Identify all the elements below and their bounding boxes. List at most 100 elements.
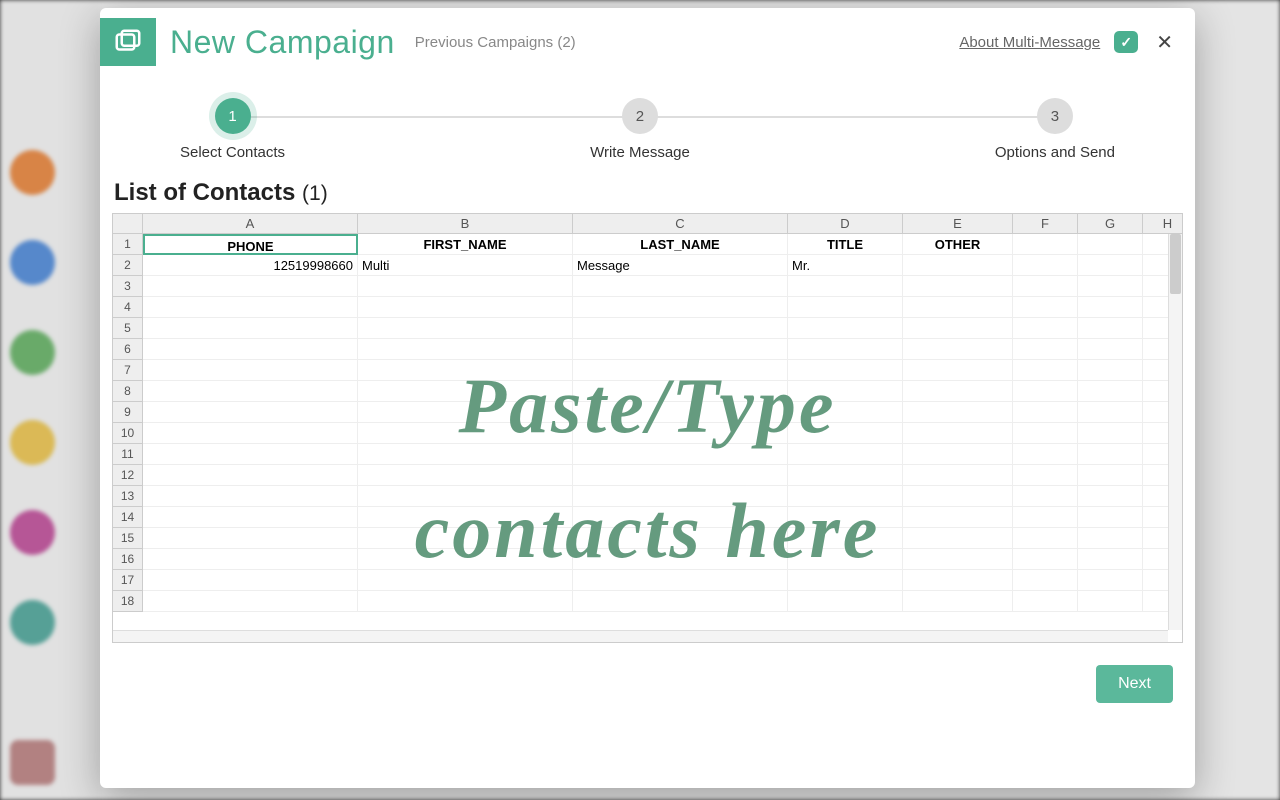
cell-F15[interactable] [1013, 528, 1078, 549]
cell-G2[interactable] [1078, 255, 1143, 276]
cell-F6[interactable] [1013, 339, 1078, 360]
cell-A2[interactable]: 12519998660 [143, 255, 358, 276]
cell-F2[interactable] [1013, 255, 1078, 276]
cell-G6[interactable] [1078, 339, 1143, 360]
row-header-3[interactable]: 3 [113, 276, 143, 297]
cell-C4[interactable] [573, 297, 788, 318]
cell-B1[interactable]: FIRST_NAME [358, 234, 573, 255]
scrollbar-horizontal[interactable] [113, 630, 1168, 642]
cell-B6[interactable] [358, 339, 573, 360]
row-header-4[interactable]: 4 [113, 297, 143, 318]
cell-B12[interactable] [358, 465, 573, 486]
cell-G8[interactable] [1078, 381, 1143, 402]
scrollbar-thumb[interactable] [1170, 234, 1181, 294]
cell-E13[interactable] [903, 486, 1013, 507]
row-header-15[interactable]: 15 [113, 528, 143, 549]
cell-C7[interactable] [573, 360, 788, 381]
cell-G3[interactable] [1078, 276, 1143, 297]
cell-D16[interactable] [788, 549, 903, 570]
cell-B16[interactable] [358, 549, 573, 570]
cell-G10[interactable] [1078, 423, 1143, 444]
cell-F3[interactable] [1013, 276, 1078, 297]
cell-G12[interactable] [1078, 465, 1143, 486]
cell-E14[interactable] [903, 507, 1013, 528]
cell-A1[interactable]: PHONE [143, 234, 358, 255]
cell-D15[interactable] [788, 528, 903, 549]
cell-E7[interactable] [903, 360, 1013, 381]
sheet-corner[interactable] [113, 214, 143, 234]
cell-E17[interactable] [903, 570, 1013, 591]
step-3[interactable]: 3 Options and Send [995, 98, 1115, 161]
cell-G9[interactable] [1078, 402, 1143, 423]
cell-G1[interactable] [1078, 234, 1143, 255]
cell-A16[interactable] [143, 549, 358, 570]
cell-C16[interactable] [573, 549, 788, 570]
cell-D10[interactable] [788, 423, 903, 444]
step-2[interactable]: 2 Write Message [590, 98, 690, 161]
cell-G5[interactable] [1078, 318, 1143, 339]
cell-D12[interactable] [788, 465, 903, 486]
cell-D11[interactable] [788, 444, 903, 465]
cell-F13[interactable] [1013, 486, 1078, 507]
cell-B17[interactable] [358, 570, 573, 591]
cell-E1[interactable]: OTHER [903, 234, 1013, 255]
cell-F9[interactable] [1013, 402, 1078, 423]
cell-C15[interactable] [573, 528, 788, 549]
row-header-10[interactable]: 10 [113, 423, 143, 444]
cell-D3[interactable] [788, 276, 903, 297]
next-button[interactable]: Next [1096, 665, 1173, 703]
cell-A14[interactable] [143, 507, 358, 528]
cell-B11[interactable] [358, 444, 573, 465]
cell-G4[interactable] [1078, 297, 1143, 318]
row-header-8[interactable]: 8 [113, 381, 143, 402]
step-1[interactable]: 1 Select Contacts [180, 98, 285, 161]
cell-E3[interactable] [903, 276, 1013, 297]
row-header-7[interactable]: 7 [113, 360, 143, 381]
cell-D1[interactable]: TITLE [788, 234, 903, 255]
cell-E4[interactable] [903, 297, 1013, 318]
cell-G13[interactable] [1078, 486, 1143, 507]
cell-E8[interactable] [903, 381, 1013, 402]
cell-F8[interactable] [1013, 381, 1078, 402]
cell-F12[interactable] [1013, 465, 1078, 486]
cell-A8[interactable] [143, 381, 358, 402]
cell-G17[interactable] [1078, 570, 1143, 591]
cell-D18[interactable] [788, 591, 903, 612]
cell-C12[interactable] [573, 465, 788, 486]
cell-F10[interactable] [1013, 423, 1078, 444]
cell-A4[interactable] [143, 297, 358, 318]
cell-B18[interactable] [358, 591, 573, 612]
col-header-F[interactable]: F [1013, 214, 1078, 234]
cell-D13[interactable] [788, 486, 903, 507]
cell-B13[interactable] [358, 486, 573, 507]
cell-A15[interactable] [143, 528, 358, 549]
row-header-17[interactable]: 17 [113, 570, 143, 591]
col-header-A[interactable]: A [143, 214, 358, 234]
cell-C17[interactable] [573, 570, 788, 591]
col-header-H[interactable]: H [1143, 214, 1183, 234]
cell-E5[interactable] [903, 318, 1013, 339]
cell-F14[interactable] [1013, 507, 1078, 528]
cell-B2[interactable]: Multi [358, 255, 573, 276]
cell-E9[interactable] [903, 402, 1013, 423]
cell-E11[interactable] [903, 444, 1013, 465]
spreadsheet[interactable]: ABCDEFGH1PHONEFIRST_NAMELAST_NAMETITLEOT… [112, 213, 1183, 643]
cell-A17[interactable] [143, 570, 358, 591]
cell-C11[interactable] [573, 444, 788, 465]
row-header-11[interactable]: 11 [113, 444, 143, 465]
cell-E10[interactable] [903, 423, 1013, 444]
cell-A18[interactable] [143, 591, 358, 612]
cell-A12[interactable] [143, 465, 358, 486]
cell-C3[interactable] [573, 276, 788, 297]
cell-E18[interactable] [903, 591, 1013, 612]
cell-C8[interactable] [573, 381, 788, 402]
cell-B3[interactable] [358, 276, 573, 297]
cell-G7[interactable] [1078, 360, 1143, 381]
col-header-D[interactable]: D [788, 214, 903, 234]
cell-G15[interactable] [1078, 528, 1143, 549]
col-header-G[interactable]: G [1078, 214, 1143, 234]
cell-A13[interactable] [143, 486, 358, 507]
cell-F5[interactable] [1013, 318, 1078, 339]
cell-D9[interactable] [788, 402, 903, 423]
cell-D14[interactable] [788, 507, 903, 528]
